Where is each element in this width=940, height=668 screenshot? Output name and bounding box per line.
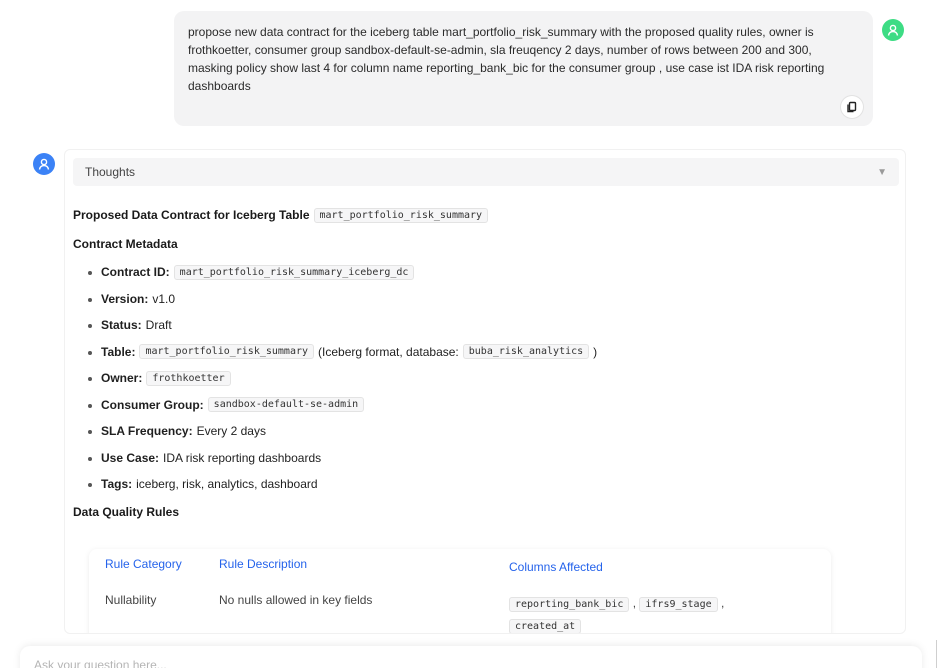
column-code: reporting_bank_bic: [509, 597, 630, 612]
user-message-bubble: propose new data contract for the iceber…: [174, 11, 873, 126]
list-item: Use Case: IDA risk reporting dashboards: [73, 445, 903, 472]
column-header[interactable]: Rule Description: [219, 557, 307, 571]
meta-code: buba_risk_analytics: [462, 344, 590, 360]
copy-button[interactable]: [841, 96, 863, 118]
user-icon: [38, 158, 50, 170]
meta-value: IDA risk reporting dashboards: [163, 450, 322, 465]
response-title: Proposed Data Contract for Iceberg Table…: [73, 205, 903, 225]
meta-key: SLA Frequency:: [101, 424, 193, 439]
list-item: Status: Draft: [73, 312, 903, 339]
meta-code: mart_portfolio_risk_summary_iceberg_dc: [173, 264, 415, 280]
response-content: Proposed Data Contract for Iceberg Table…: [73, 205, 903, 522]
metadata-list: Contract ID: mart_portfolio_risk_summary…: [73, 259, 903, 498]
user-message-text: propose new data contract for the iceber…: [188, 25, 825, 93]
meta-value: (Iceberg format, database:: [318, 344, 459, 359]
list-item: Contract ID: mart_portfolio_risk_summary…: [73, 259, 903, 286]
meta-key: Owner:: [101, 371, 143, 386]
list-item: Consumer Group: sandbox-default-se-admin: [73, 392, 903, 419]
scrollbar[interactable]: [936, 640, 940, 668]
copy-icon: [847, 101, 857, 113]
meta-key: Consumer Group:: [101, 397, 204, 412]
user-icon: [887, 24, 899, 36]
meta-key: Table:: [101, 344, 136, 359]
rule-description: No nulls allowed in key fields: [219, 593, 373, 607]
meta-key: Use Case:: [101, 450, 160, 465]
meta-tail: ): [593, 344, 598, 359]
meta-key: Status:: [101, 318, 142, 333]
meta-code: sandbox-default-se-admin: [207, 397, 365, 413]
assistant-response: Thoughts ▼ Proposed Data Contract for Ic…: [64, 149, 906, 634]
question-input[interactable]: [34, 658, 894, 668]
column-code: created_at: [509, 619, 582, 633]
column-header[interactable]: Columns Affected: [509, 557, 809, 577]
list-item: Owner: frothkoetter: [73, 365, 903, 392]
meta-key: Contract ID:: [101, 265, 170, 280]
user-avatar: [882, 19, 904, 41]
meta-value: Every 2 days: [196, 424, 266, 439]
list-item: SLA Frequency: Every 2 days: [73, 418, 903, 445]
list-item: Tags: iceberg, risk, analytics, dashboar…: [73, 471, 903, 498]
metadata-heading: Contract Metadata: [73, 237, 178, 251]
table-header: Rule Category Rule Description Columns A…: [89, 557, 831, 574]
meta-code: mart_portfolio_risk_summary: [139, 344, 315, 360]
title-text: Proposed Data Contract for Iceberg Table: [73, 208, 310, 222]
rule-columns: reporting_bank_bic , ifrs9_stage , create…: [509, 593, 809, 633]
meta-value: Draft: [145, 318, 172, 333]
dq-heading: Data Quality Rules: [73, 504, 180, 519]
assistant-avatar: [33, 153, 55, 175]
rules-table: Rule Category Rule Description Columns A…: [89, 549, 831, 633]
thoughts-toggle[interactable]: Thoughts ▼: [73, 158, 899, 186]
column-header[interactable]: Rule Category: [105, 557, 182, 571]
meta-code: frothkoetter: [146, 370, 231, 386]
question-input-bar: [20, 646, 922, 668]
meta-key: Version:: [101, 291, 149, 306]
title-table-code: mart_portfolio_risk_summary: [313, 207, 489, 223]
column-code: ifrs9_stage: [639, 597, 718, 612]
meta-key: Tags:: [101, 477, 133, 492]
meta-value: v1.0: [152, 291, 176, 306]
thoughts-label: Thoughts: [85, 165, 136, 179]
rule-category: Nullability: [105, 593, 157, 607]
list-item: Table: mart_portfolio_risk_summary (Iceb…: [73, 339, 903, 366]
triangle-down-icon: ▼: [877, 166, 887, 178]
meta-value: iceberg, risk, analytics, dashboard: [136, 477, 318, 492]
list-item: Version: v1.0: [73, 286, 903, 313]
